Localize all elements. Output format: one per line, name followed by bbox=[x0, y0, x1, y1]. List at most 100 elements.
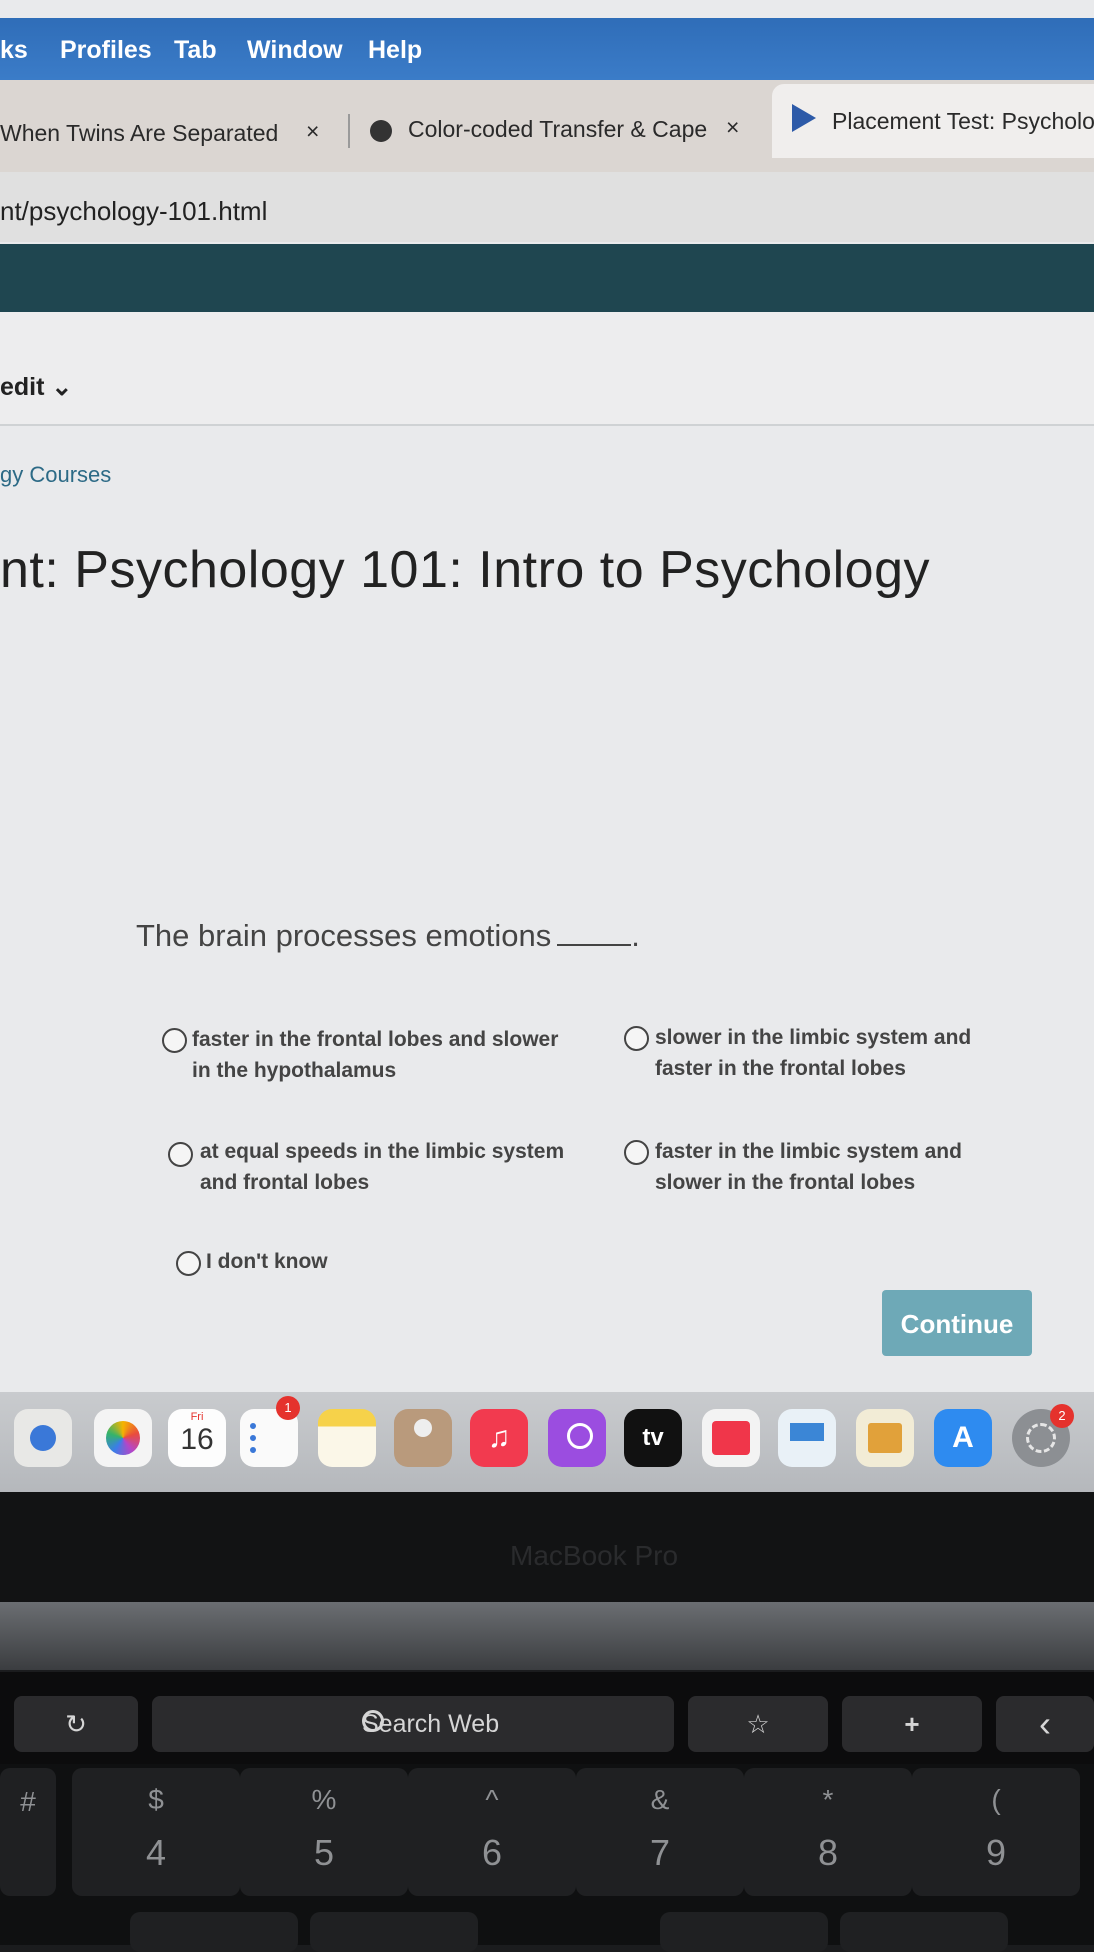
maps-pin bbox=[30, 1425, 56, 1451]
globe-icon bbox=[370, 120, 392, 142]
site-nav-band bbox=[0, 244, 1094, 312]
key-lower-row[interactable] bbox=[310, 1912, 478, 1952]
tab-label: Color-coded Transfer & Cape bbox=[408, 116, 708, 142]
search-web-button[interactable]: Search Web bbox=[152, 1696, 674, 1752]
pages-mark bbox=[868, 1423, 902, 1453]
option-2[interactable]: slower in the limbic system and faster i… bbox=[655, 1022, 971, 1084]
app-store-glyph: A bbox=[952, 1421, 974, 1454]
reminders-dot bbox=[250, 1435, 256, 1441]
tv-label: tv bbox=[642, 1424, 664, 1451]
tv-icon[interactable]: tv bbox=[624, 1409, 682, 1467]
settings-badge: 2 bbox=[1050, 1404, 1074, 1428]
keynote-screen bbox=[790, 1423, 824, 1441]
app-store-icon[interactable]: A bbox=[934, 1409, 992, 1467]
key-top-symbol: & bbox=[650, 1784, 670, 1815]
option-radio-3[interactable] bbox=[168, 1142, 193, 1167]
key-top-symbol: * bbox=[822, 1784, 834, 1815]
refresh-icon[interactable]: ↻ bbox=[14, 1696, 138, 1752]
tab-placement-test[interactable]: Placement Test: Psycholog bbox=[832, 108, 1094, 135]
option-1-line1: faster in the frontal lobes and slower bbox=[192, 1028, 559, 1051]
tab-bar: When Twins Are Separated × Color-coded T… bbox=[0, 80, 1094, 172]
contacts-icon[interactable] bbox=[394, 1409, 452, 1467]
menu-item-tab[interactable]: Tab bbox=[174, 36, 217, 65]
contacts-head bbox=[414, 1419, 432, 1437]
key-3[interactable]: # bbox=[0, 1768, 56, 1896]
continue-button[interactable]: Continue bbox=[882, 1290, 1032, 1356]
key-bottom-symbol: 9 bbox=[985, 1832, 1007, 1873]
option-radio-2[interactable] bbox=[624, 1026, 649, 1051]
key-top-symbol: ^ bbox=[485, 1784, 499, 1815]
tab-color-coded[interactable]: Color-coded Transfer & Cape bbox=[408, 116, 707, 143]
reminders-badge: 1 bbox=[276, 1396, 300, 1420]
news-mark bbox=[712, 1421, 750, 1455]
calendar-day: Fri bbox=[190, 1411, 204, 1423]
touch-bar: ↻ Search Web ☆ + ‹ bbox=[0, 1672, 1094, 1764]
tab-twins[interactable]: When Twins Are Separated bbox=[0, 120, 278, 147]
option-5-line1: I don't know bbox=[206, 1250, 328, 1273]
podcasts-icon[interactable] bbox=[548, 1409, 606, 1467]
option-radio-1[interactable] bbox=[162, 1028, 187, 1053]
key-8[interactable]: * 8 bbox=[744, 1768, 912, 1896]
address-bar[interactable]: nt/psychology-101.html bbox=[0, 172, 1094, 242]
laptop-hinge bbox=[0, 1602, 1094, 1670]
tab-label: When Twins Are Separated bbox=[0, 120, 279, 146]
screen: ks Profiles Tab Window Help When Twins A… bbox=[0, 0, 1094, 1500]
page-title: nt: Psychology 101: Intro to Psychology bbox=[0, 541, 931, 599]
key-5[interactable]: % 5 bbox=[240, 1768, 408, 1896]
option-4[interactable]: faster in the limbic system and slower i… bbox=[655, 1136, 962, 1198]
laptop-brand: MacBook Pro bbox=[510, 1540, 679, 1571]
keynote-icon[interactable] bbox=[778, 1409, 836, 1467]
photos-flower bbox=[106, 1421, 140, 1455]
option-1[interactable]: faster in the frontal lobes and slower i… bbox=[192, 1024, 558, 1086]
question-stem: The brain processes emotions bbox=[136, 918, 552, 953]
gear-glyph bbox=[1026, 1423, 1056, 1453]
key-bottom-symbol: 7 bbox=[649, 1832, 671, 1873]
photos-icon[interactable] bbox=[94, 1409, 152, 1467]
notes-icon[interactable] bbox=[318, 1409, 376, 1467]
menu-item-window[interactable]: Window bbox=[247, 36, 343, 65]
news-icon[interactable] bbox=[702, 1409, 760, 1467]
podcasts-ring bbox=[567, 1423, 593, 1449]
star-icon[interactable]: ☆ bbox=[688, 1696, 828, 1752]
option-3[interactable]: at equal speeds in the limbic system and… bbox=[200, 1136, 564, 1198]
key-bottom-symbol: # bbox=[20, 1786, 36, 1817]
option-4-line1: faster in the limbic system and bbox=[655, 1140, 962, 1163]
maps-icon[interactable] bbox=[14, 1409, 72, 1467]
calendar-icon[interactable]: Fri 16 bbox=[168, 1409, 226, 1467]
placement-test-icon bbox=[792, 104, 816, 132]
option-5[interactable]: I don't know bbox=[206, 1246, 328, 1277]
key-lower-row[interactable] bbox=[840, 1912, 1008, 1952]
site-subnav bbox=[0, 312, 1094, 426]
key-top-symbol: ( bbox=[991, 1784, 1001, 1815]
option-radio-4[interactable] bbox=[624, 1140, 649, 1165]
question-text: The brain processes emotions. bbox=[136, 918, 640, 954]
tab-divider bbox=[348, 114, 350, 148]
music-note-glyph: ♫ bbox=[487, 1421, 511, 1454]
option-1-line2: in the hypothalamus bbox=[192, 1059, 397, 1082]
breadcrumb-courses[interactable]: gy Courses bbox=[0, 462, 111, 488]
key-7[interactable]: & 7 bbox=[576, 1768, 744, 1896]
pages-icon[interactable] bbox=[856, 1409, 914, 1467]
menu-item-help[interactable]: Help bbox=[368, 36, 422, 65]
add-tab-icon[interactable]: + bbox=[842, 1696, 982, 1752]
key-9[interactable]: ( 9 bbox=[912, 1768, 1080, 1896]
key-bottom-symbol: 4 bbox=[145, 1832, 167, 1873]
key-4[interactable]: $ 4 bbox=[72, 1768, 240, 1896]
key-bottom-symbol: 8 bbox=[817, 1832, 839, 1873]
option-radio-5[interactable] bbox=[176, 1251, 201, 1276]
back-icon[interactable]: ‹ bbox=[996, 1696, 1094, 1752]
tab-close-icon[interactable]: × bbox=[726, 114, 739, 141]
key-bottom-symbol: 5 bbox=[313, 1832, 335, 1873]
key-bottom-symbol: 6 bbox=[481, 1832, 503, 1873]
edit-dropdown[interactable]: edit ⌄ bbox=[0, 372, 72, 402]
key-lower-row[interactable] bbox=[130, 1912, 298, 1952]
key-lower-row[interactable] bbox=[660, 1912, 828, 1952]
music-icon[interactable]: ♫ bbox=[470, 1409, 528, 1467]
option-2-line2: faster in the frontal lobes bbox=[655, 1057, 906, 1080]
key-6[interactable]: ^ 6 bbox=[408, 1768, 576, 1896]
menu-item-bookmarks[interactable]: ks bbox=[0, 36, 28, 65]
reminders-dot bbox=[250, 1447, 256, 1453]
menu-bar: ks Profiles Tab Window Help bbox=[0, 18, 1094, 80]
tab-close-icon[interactable]: × bbox=[306, 118, 319, 145]
menu-item-profiles[interactable]: Profiles bbox=[60, 36, 152, 65]
